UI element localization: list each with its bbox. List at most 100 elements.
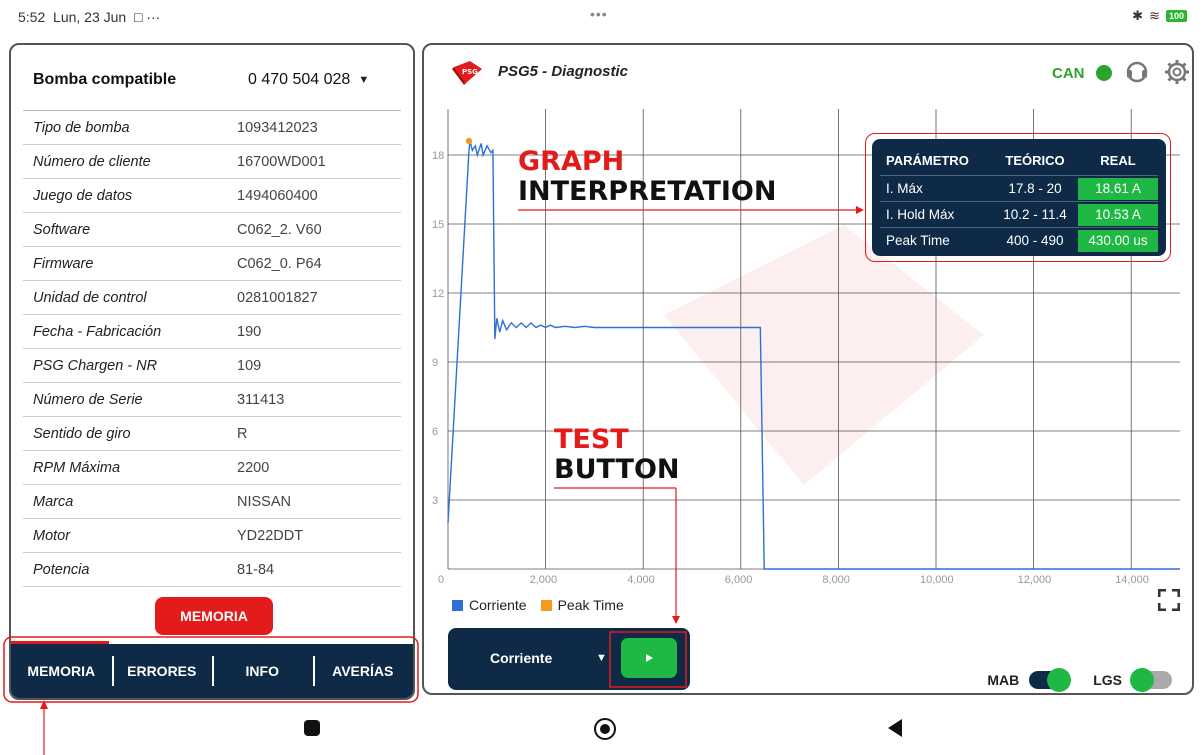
pump-info-key: Juego de datos (33, 187, 133, 204)
pump-info-key: Potencia (33, 561, 90, 578)
pump-info-key: Software (33, 221, 91, 238)
pump-info-value: NISSAN (237, 493, 291, 510)
pump-info-row: Software C062_2. V60 (23, 213, 401, 247)
fullscreen-icon[interactable] (1158, 589, 1180, 611)
test-control-bar: Corriente ▼ (448, 628, 690, 690)
can-status-dot (1096, 65, 1112, 81)
can-status-label: CAN (1052, 65, 1085, 82)
play-icon (646, 654, 653, 662)
pump-info-value: 1494060400 (237, 187, 318, 204)
pump-info-panel: Bomba compatible 0 470 504 028 ▼ Tipo de… (9, 43, 415, 700)
pump-info-value: R (237, 425, 248, 442)
recents-button[interactable] (304, 720, 320, 736)
pump-info-row: Tipo de bomba 1093412023 (23, 111, 401, 145)
legend-swatch-peak-time (540, 599, 552, 611)
tab-averias[interactable]: AVERÍAS (312, 644, 414, 698)
pump-info-row: Fecha - Fabricación 190 (23, 315, 401, 349)
pump-info-key: PSG Chargen - NR (33, 357, 158, 374)
pump-info-value: C062_2. V60 (237, 221, 322, 238)
mab-toggle[interactable] (1029, 668, 1072, 692)
measurement-select[interactable]: Corriente (490, 650, 552, 666)
x-tick-label: 10,000 (920, 574, 954, 585)
header-real: REAL (1100, 152, 1136, 168)
x-tick-label: 14,000 (1115, 574, 1149, 585)
y-tick-label: 3 (432, 495, 438, 507)
pump-info-row: RPM Máxima 2200 (23, 451, 401, 485)
pump-info-row: Sentido de giro R (23, 417, 401, 451)
lgs-toggle-knob (1130, 668, 1154, 692)
memoria-button[interactable]: MEMORIA (155, 597, 273, 635)
wifi-icon: ≋ (1149, 8, 1160, 23)
pump-info-value: 16700WD001 (237, 153, 326, 170)
pump-info-value: C062_0. P64 (237, 255, 322, 272)
pump-info-key: RPM Máxima (33, 459, 121, 476)
pump-info-value: 190 (237, 323, 262, 340)
pump-info-key: Número de cliente (33, 153, 151, 170)
header-teorico: TEÓRICO (1005, 152, 1065, 168)
pump-info-key: Tipo de bomba (33, 119, 130, 136)
chart-legend: Corriente Peak Time (452, 597, 624, 613)
param-name: I. Hold Máx (886, 207, 955, 222)
home-button[interactable] (594, 718, 616, 740)
param-theoretical: 17.8 - 20 (1008, 181, 1062, 196)
lgs-toggle[interactable] (1130, 668, 1172, 692)
pump-info-key: Número de Serie (33, 391, 143, 408)
tab-info[interactable]: INFO (212, 644, 313, 698)
status-time: 5:52 (18, 9, 46, 25)
pump-info-value: 81-84 (237, 561, 275, 578)
y-tick-label: 18 (432, 150, 444, 162)
legend-item-peak-time[interactable]: Peak Time (540, 597, 624, 613)
bottom-tab-bar: MEMORIA ERRORES INFO AVERÍAS (11, 644, 413, 698)
pump-info-row: Unidad de control 0281001827 (23, 281, 401, 315)
legend-swatch-corriente (452, 599, 463, 611)
system-nav-bar (0, 708, 1203, 755)
status-time-date: 5:52 Lun, 23 Jun □ ··· (18, 9, 160, 25)
app-title: PSG5 - Diagnostic (498, 63, 629, 80)
pump-selector[interactable]: Bomba compatible 0 470 504 028 ▼ (33, 71, 401, 89)
y-tick-label: 6 (432, 426, 438, 438)
chevron-down-icon[interactable]: ▼ (596, 652, 607, 664)
status-right: ✱ ≋ 100 (1132, 8, 1187, 24)
pump-info-row: Número de cliente 16700WD001 (23, 145, 401, 179)
pump-info-key: Fecha - Fabricación (33, 323, 162, 340)
header-parametro: PARÁMETRO (886, 152, 969, 168)
pump-info-row: Juego de datos 1494060400 (23, 179, 401, 213)
mab-label: MAB (987, 672, 1020, 688)
pump-selector-value: 0 470 504 028 (248, 71, 351, 88)
mab-toggle-knob (1047, 668, 1072, 692)
test-play-button[interactable] (621, 638, 677, 678)
table-body: I. Máx 17.8 - 20 18.61 A I. Hold Máx 10.2 - … (880, 175, 1158, 253)
battery-icon: 100 (1165, 10, 1187, 22)
diagnostic-panel: PSG PSG5 - Diagnostic CAN 3 6 9 12 15 18 0 2,0… (422, 43, 1194, 695)
status-notification-icons: □ ··· (133, 9, 161, 25)
pump-info-row: Número de Serie 311413 (23, 383, 401, 417)
back-button[interactable] (888, 719, 902, 737)
pump-info-value: 0281001827 (237, 289, 318, 306)
parameter-table: PARÁMETRO TEÓRICO REAL I. Máx 17.8 - 20 18… (872, 139, 1166, 256)
pump-info-row: PSG Chargen - NR 109 (23, 349, 401, 383)
tab-errores[interactable]: ERRORES (111, 644, 213, 698)
param-theoretical: 400 - 490 (1006, 233, 1064, 248)
pump-info-key: Sentido de giro (33, 425, 131, 442)
support-headset-icon[interactable] (1124, 59, 1150, 85)
param-real: 430.00 us (1078, 229, 1158, 252)
pump-info-row: Firmware C062_0. P64 (23, 247, 401, 281)
param-real: 10.53 A (1078, 203, 1158, 226)
legend-item-corriente[interactable]: Corriente (452, 597, 527, 613)
x-tick-label: 6,000 (725, 574, 753, 585)
chevron-down-icon: ▼ (358, 74, 370, 86)
pump-info-row: Marca NISSAN (23, 485, 401, 519)
pump-info-key: Firmware (33, 255, 94, 272)
pump-info-value: 1093412023 (237, 119, 318, 136)
pump-info-row: Potencia 81-84 (23, 553, 401, 587)
param-theoretical: 10.2 - 11.4 (1003, 207, 1067, 222)
legend-label-corriente: Corriente (469, 597, 527, 613)
y-tick-label: 9 (432, 357, 438, 369)
annotation-graph: GRAPH (518, 146, 625, 177)
pump-info-value: YD22DDT (237, 527, 304, 544)
tab-memoria[interactable]: MEMORIA (11, 644, 112, 698)
annotation-test: TEST (554, 424, 629, 455)
x-tick-label: 0 (438, 574, 444, 585)
table-row: Peak Time 400 - 490 430.00 us (880, 227, 1158, 253)
gear-icon[interactable] (1164, 59, 1190, 85)
